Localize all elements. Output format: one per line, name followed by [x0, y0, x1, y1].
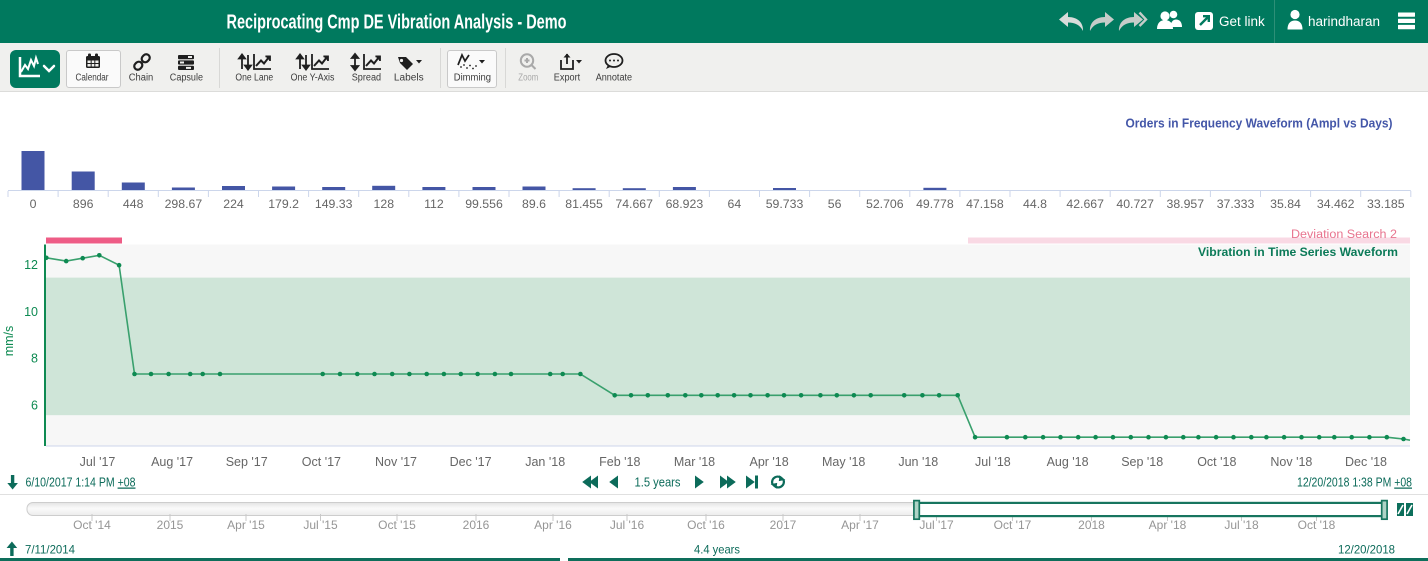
svg-text:Apr '18: Apr '18 — [1149, 518, 1187, 532]
svg-text:Oct '18: Oct '18 — [1197, 455, 1236, 469]
svg-text:Jun '18: Jun '18 — [898, 455, 938, 469]
svg-text:68.923: 68.923 — [666, 197, 704, 211]
svg-text:7/11/2014: 7/11/2014 — [25, 543, 75, 557]
svg-text:Chain: Chain — [129, 73, 154, 84]
svg-text:Zoom: Zoom — [518, 73, 538, 84]
svg-text:Jul '16: Jul '16 — [610, 518, 645, 532]
svg-text:49.778: 49.778 — [916, 197, 954, 211]
svg-text:Spread: Spread — [352, 73, 381, 84]
svg-text:59.733: 59.733 — [766, 197, 804, 211]
svg-text:33.185: 33.185 — [1367, 197, 1405, 211]
svg-text:10: 10 — [24, 305, 38, 319]
svg-text:Oct '16: Oct '16 — [687, 518, 725, 532]
svg-text:34.462: 34.462 — [1317, 197, 1355, 211]
svg-text:Dec '18: Dec '18 — [1345, 455, 1387, 469]
svg-text:Sep '17: Sep '17 — [226, 455, 268, 469]
svg-text:Dec '17: Dec '17 — [450, 455, 492, 469]
svg-text:Get link: Get link — [1219, 14, 1265, 29]
svg-text:May '18: May '18 — [822, 455, 865, 469]
svg-text:298.67: 298.67 — [165, 197, 203, 211]
svg-text:81.455: 81.455 — [565, 197, 603, 211]
svg-text:Nov '18: Nov '18 — [1270, 455, 1312, 469]
svg-text:Aug '18: Aug '18 — [1047, 455, 1089, 469]
svg-text:Labels: Labels — [394, 73, 424, 84]
svg-text:Apr '16: Apr '16 — [534, 518, 572, 532]
svg-text:Jul '17: Jul '17 — [80, 455, 116, 469]
svg-text:42.667: 42.667 — [1066, 197, 1104, 211]
svg-text:99.556: 99.556 — [465, 197, 503, 211]
svg-text:Oct '14: Oct '14 — [73, 518, 111, 532]
svg-text:Oct '18: Oct '18 — [1298, 518, 1336, 532]
svg-text:Annotate: Annotate — [596, 73, 633, 84]
svg-text:Deviation Search 2: Deviation Search 2 — [1291, 229, 1397, 241]
svg-text:Mar '18: Mar '18 — [674, 455, 715, 469]
svg-text:One Y-Axis: One Y-Axis — [291, 73, 335, 84]
svg-text:128: 128 — [374, 197, 395, 211]
svg-text:mm/s: mm/s — [2, 326, 16, 357]
svg-text:Apr '15: Apr '15 — [227, 518, 265, 532]
svg-text:Dimming: Dimming — [454, 73, 491, 84]
svg-text:6: 6 — [31, 399, 38, 413]
svg-text:Capsule: Capsule — [170, 73, 204, 84]
svg-text:40.727: 40.727 — [1116, 197, 1154, 211]
svg-text:Jan '18: Jan '18 — [525, 455, 565, 469]
svg-text:Feb '18: Feb '18 — [599, 455, 640, 469]
svg-text:Oct '15: Oct '15 — [378, 518, 416, 532]
svg-text:6/10/2017 1:14 PM +08: 6/10/2017 1:14 PM +08 — [26, 476, 136, 490]
svg-text:149.33: 149.33 — [315, 197, 353, 211]
svg-text:Apr '18: Apr '18 — [749, 455, 788, 469]
svg-text:Sep '18: Sep '18 — [1121, 455, 1163, 469]
svg-text:2017: 2017 — [770, 518, 797, 532]
svg-text:2018: 2018 — [1078, 518, 1105, 532]
svg-text:74.667: 74.667 — [615, 197, 653, 211]
svg-text:35.84: 35.84 — [1270, 197, 1301, 211]
svg-text:4.4 years: 4.4 years — [694, 543, 740, 557]
svg-text:224: 224 — [223, 197, 244, 211]
svg-text:One Lane: One Lane — [235, 73, 273, 84]
svg-text:Jul '15: Jul '15 — [303, 518, 338, 532]
svg-text:112: 112 — [424, 197, 444, 211]
svg-text:Vibration in Time Series Wavef: Vibration in Time Series Waveform — [1198, 245, 1398, 259]
svg-text:Aug '17: Aug '17 — [151, 455, 193, 469]
svg-text:2016: 2016 — [463, 518, 490, 532]
svg-text:52.706: 52.706 — [866, 197, 904, 211]
svg-text:Jul '18: Jul '18 — [975, 455, 1011, 469]
svg-text:47.158: 47.158 — [966, 197, 1004, 211]
svg-text:2015: 2015 — [157, 518, 184, 532]
svg-text:Apr '17: Apr '17 — [841, 518, 879, 532]
svg-text:Orders in Frequency Waveform (: Orders in Frequency Waveform (Ampl vs Da… — [1126, 116, 1393, 131]
svg-text:0: 0 — [30, 197, 37, 211]
svg-text:89.6: 89.6 — [522, 197, 546, 211]
svg-text:179.2: 179.2 — [268, 197, 299, 211]
svg-text:38.957: 38.957 — [1166, 197, 1204, 211]
svg-text:Reciprocating Cmp DE Vibration: Reciprocating Cmp DE Vibration Analysis … — [227, 12, 567, 34]
svg-text:8: 8 — [31, 352, 38, 366]
svg-text:Oct '17: Oct '17 — [302, 455, 341, 469]
svg-text:37.333: 37.333 — [1217, 197, 1255, 211]
svg-text:448: 448 — [123, 197, 144, 211]
svg-text:44.8: 44.8 — [1023, 197, 1047, 211]
svg-text:Calendar: Calendar — [76, 73, 110, 84]
svg-text:Nov '17: Nov '17 — [375, 455, 417, 469]
svg-text:harindharan: harindharan — [1308, 14, 1380, 29]
svg-text:Jul '17: Jul '17 — [919, 518, 954, 532]
svg-text:12/20/2018 1:38 PM +08: 12/20/2018 1:38 PM +08 — [1297, 476, 1412, 490]
svg-text:Jul '18: Jul '18 — [1224, 518, 1259, 532]
svg-text:896: 896 — [73, 197, 94, 211]
svg-text:Export: Export — [554, 73, 581, 84]
svg-text:64: 64 — [728, 197, 742, 211]
svg-text:Oct '17: Oct '17 — [994, 518, 1032, 532]
svg-text:1.5 years: 1.5 years — [635, 476, 681, 490]
svg-text:56: 56 — [828, 197, 842, 211]
svg-text:12/20/2018: 12/20/2018 — [1338, 543, 1395, 557]
